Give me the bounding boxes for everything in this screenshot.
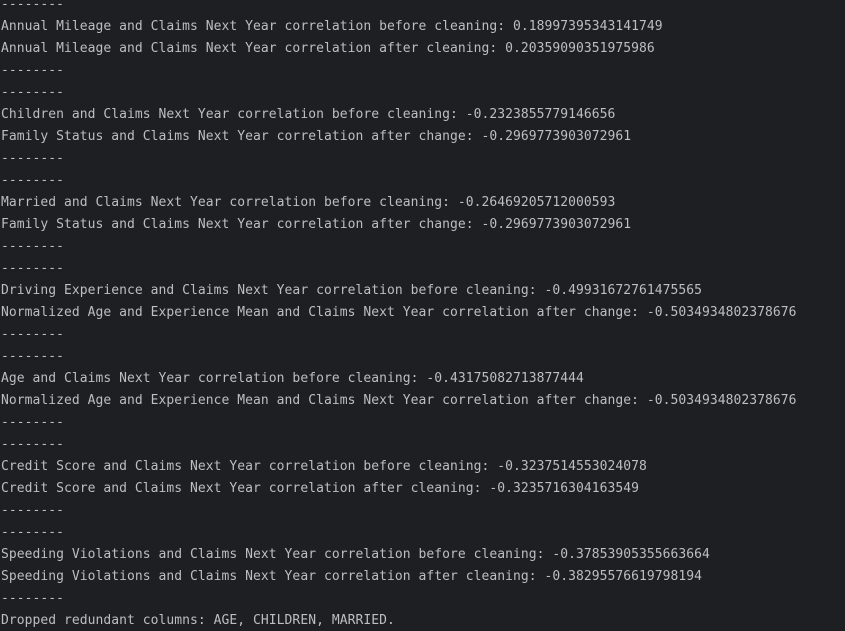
separator-line: --------	[1, 151, 65, 166]
output-line-dropped-columns: Dropped redundant columns: AGE, CHILDREN…	[1, 613, 395, 628]
separator-line: --------	[1, 349, 65, 364]
separator-line: --------	[1, 503, 65, 518]
separator-line: --------	[1, 327, 65, 342]
separator-line: --------	[1, 173, 65, 188]
output-line-speeding-violations-before: Speeding Violations and Claims Next Year…	[1, 547, 710, 562]
output-line-married-before: Married and Claims Next Year correlation…	[1, 195, 616, 210]
separator-line: --------	[1, 239, 65, 254]
output-line-annual-mileage-after: Annual Mileage and Claims Next Year corr…	[1, 41, 655, 56]
output-line-family-status-after: Family Status and Claims Next Year corre…	[1, 129, 632, 144]
separator-line: --------	[1, 415, 65, 430]
separator-line: --------	[1, 85, 65, 100]
console-lines: -------- Annual Mileage and Claims Next …	[0, 0, 797, 631]
output-line-normalized-age-after: Normalized Age and Experience Mean and C…	[1, 305, 797, 320]
output-line-driving-experience-before: Driving Experience and Claims Next Year …	[1, 283, 703, 298]
separator-line: --------	[1, 63, 65, 78]
separator-line: --------	[1, 261, 65, 276]
separator-line: --------	[1, 437, 65, 452]
output-line-age-before: Age and Claims Next Year correlation bef…	[1, 371, 584, 386]
console-output-panel[interactable]: -------- Annual Mileage and Claims Next …	[0, 0, 845, 631]
separator-line: --------	[1, 591, 65, 606]
output-line-normalized-age-after: Normalized Age and Experience Mean and C…	[1, 393, 797, 408]
output-line-family-status-after: Family Status and Claims Next Year corre…	[1, 217, 632, 232]
separator-line: --------	[1, 0, 65, 12]
separator-line: --------	[1, 525, 65, 540]
output-line-credit-score-before: Credit Score and Claims Next Year correl…	[1, 459, 647, 474]
output-line-credit-score-after: Credit Score and Claims Next Year correl…	[1, 481, 640, 496]
output-line-annual-mileage-before: Annual Mileage and Claims Next Year corr…	[1, 19, 663, 34]
output-line-speeding-violations-after: Speeding Violations and Claims Next Year…	[1, 569, 703, 584]
output-line-children-before: Children and Claims Next Year correlatio…	[1, 107, 616, 122]
